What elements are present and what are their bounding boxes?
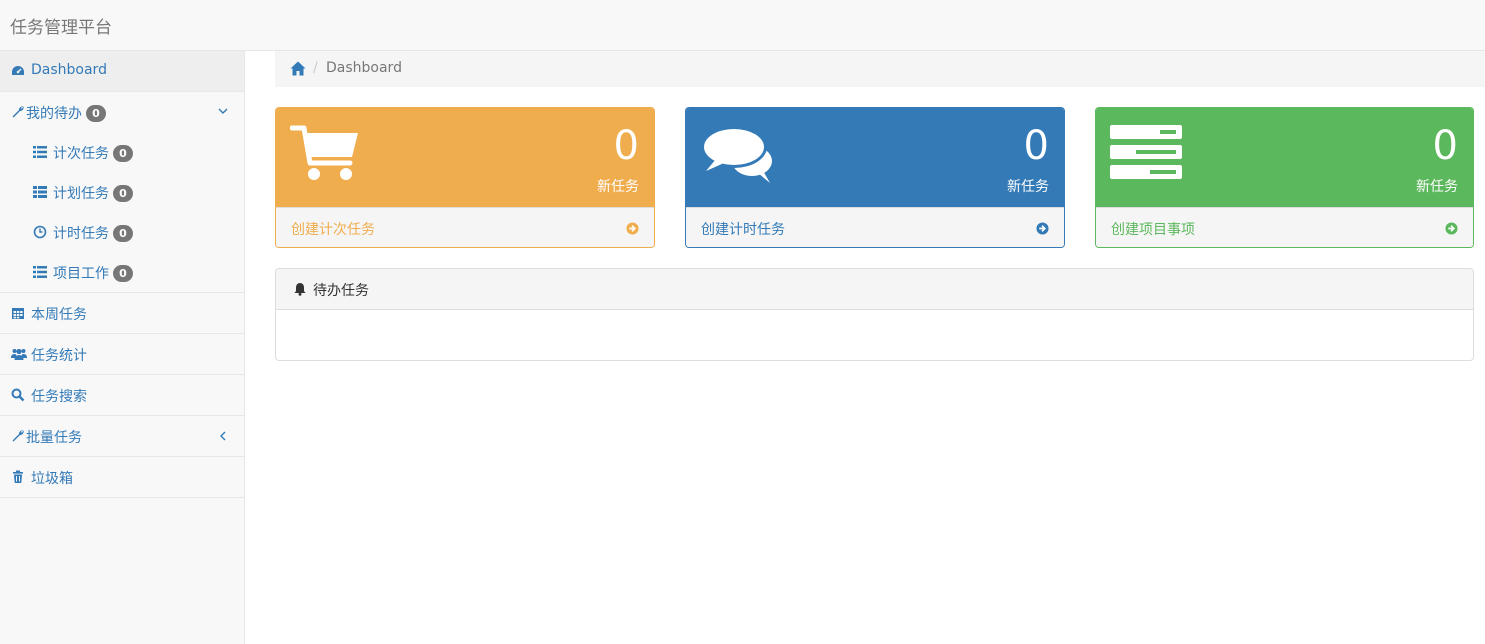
stat-panel-heading: 0 新任务 (276, 108, 654, 207)
sidebar-subitem-project-work[interactable]: 项目工作 0 (0, 252, 244, 292)
todo-panel: 待办任务 (275, 268, 1474, 361)
home-icon[interactable] (290, 61, 306, 76)
sidebar-item-label: 我的待办 0 (26, 103, 106, 123)
panel-footer-label: 创建计次任务 (291, 222, 375, 238)
list-icon (33, 266, 47, 278)
breadcrumb-current: Dashboard (326, 60, 402, 76)
count-badge: 0 (113, 185, 133, 202)
sidebar-subitem-count-task[interactable]: 计次任务 0 (0, 132, 244, 172)
sidebar-group-my-todo: 我的待办 0 计次任务 0 计划任务 0 计时任务 0 项目工作 0 (0, 92, 244, 293)
sidebar-item-stats[interactable]: 任务统计 (0, 334, 244, 375)
wrench-icon (12, 430, 24, 442)
shopping-cart-icon (290, 125, 358, 180)
wrench-icon (12, 106, 24, 118)
stat-panel-count-task: 0 新任务 创建计次任务 (275, 107, 655, 248)
sidebar-item-label: 批量任务 (26, 430, 82, 446)
app-title[interactable]: 任务管理平台 (10, 13, 112, 38)
count-badge: 0 (86, 105, 106, 122)
list-icon (33, 146, 47, 158)
clock-icon (33, 225, 47, 239)
top-navbar: 任务管理平台 (0, 0, 1485, 51)
todo-panel-heading: 待办任务 (276, 269, 1473, 310)
count-badge: 0 (113, 145, 133, 162)
panel-footer-label: 创建项目事项 (1111, 222, 1195, 238)
sidebar-subitem-plan-task[interactable]: 计划任务 0 (0, 172, 244, 212)
sidebar-item-label: 垃圾箱 (31, 471, 73, 487)
sidebar-subitem-label: 项目工作 0 (53, 263, 133, 283)
sidebar-item-my-todo[interactable]: 我的待办 0 (0, 92, 244, 132)
sidebar-subitem-label: 计时任务 0 (53, 223, 133, 243)
stat-subtitle: 新任务 (1007, 179, 1049, 195)
chevron-left-icon[interactable] (218, 431, 228, 441)
stat-count: 0 (1432, 123, 1458, 169)
sidebar-item-label: 本周任务 (31, 307, 87, 323)
sidebar-item-batch[interactable]: 批量任务 (0, 416, 244, 457)
chevron-down-icon[interactable] (218, 106, 228, 116)
search-icon (11, 388, 25, 402)
sidebar: Dashboard 我的待办 0 计次任务 0 计划任务 0 计时任务 0 项目… (0, 51, 245, 644)
sidebar-subitem-label: 计划任务 0 (53, 183, 133, 203)
stat-subtitle: 新任务 (1416, 179, 1458, 195)
create-timed-task-link[interactable]: 创建计时任务 (686, 207, 1064, 247)
users-icon (11, 348, 27, 360)
breadcrumb-separator: / (313, 60, 318, 76)
tasks-icon (1110, 125, 1182, 179)
sidebar-subitem-timed-task[interactable]: 计时任务 0 (0, 212, 244, 252)
panel-footer-label: 创建计时任务 (701, 222, 785, 238)
sidebar-item-search[interactable]: 任务搜索 (0, 375, 244, 416)
stat-panel-project-item: 0 新任务 创建项目事项 (1095, 107, 1474, 248)
count-badge: 0 (113, 225, 133, 242)
count-badge: 0 (113, 265, 133, 282)
calendar-icon (12, 308, 24, 319)
sidebar-item-weekly[interactable]: 本周任务 (0, 293, 244, 334)
create-project-item-link[interactable]: 创建项目事项 (1096, 207, 1473, 247)
trash-icon (13, 470, 23, 483)
breadcrumb: / Dashboard (275, 51, 1485, 87)
arrow-circle-right-icon (1036, 222, 1049, 235)
sidebar-subitem-label: 计次任务 0 (53, 143, 133, 163)
arrow-circle-right-icon (626, 222, 639, 235)
stat-panel-heading: 0 新任务 (686, 108, 1064, 207)
dashboard-icon (12, 66, 24, 75)
arrow-circle-right-icon (1445, 222, 1458, 235)
stat-panel-heading: 0 新任务 (1096, 108, 1473, 207)
create-count-task-link[interactable]: 创建计次任务 (276, 207, 654, 247)
bell-icon (294, 283, 306, 296)
todo-panel-title: 待办任务 (313, 283, 369, 299)
stat-panel-timed-task: 0 新任务 创建计时任务 (685, 107, 1065, 248)
stat-subtitle: 新任务 (597, 179, 639, 195)
sidebar-item-dashboard[interactable]: Dashboard (0, 51, 244, 92)
stat-count: 0 (1023, 123, 1049, 169)
sidebar-item-label: 任务统计 (31, 348, 87, 364)
sidebar-item-trash[interactable]: 垃圾箱 (0, 457, 244, 498)
table-list-icon (33, 186, 47, 198)
stat-count: 0 (613, 123, 639, 169)
sidebar-item-label: Dashboard (31, 62, 107, 78)
sidebar-item-label: 任务搜索 (31, 389, 87, 405)
comments-icon (701, 126, 772, 183)
